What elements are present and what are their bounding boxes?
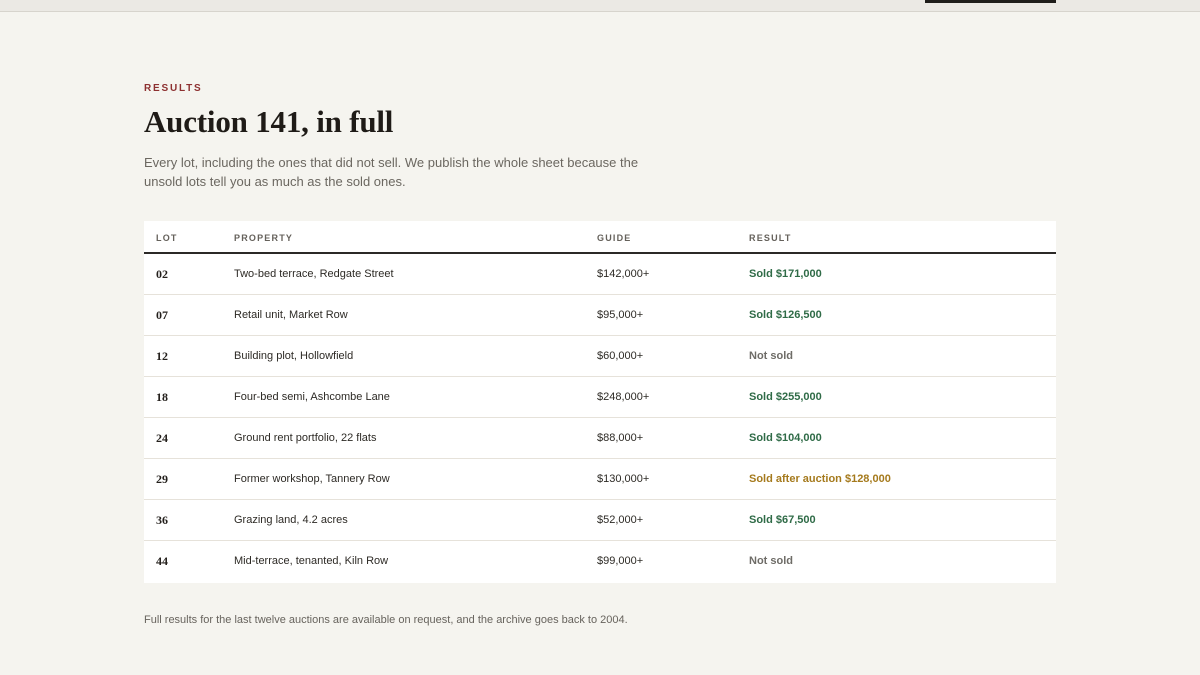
table-row: 29 Former workshop, Tannery Row $130,000…	[144, 459, 1056, 500]
guide-price: $142,000+	[597, 268, 650, 280]
result-status: Sold after auction $128,000	[749, 473, 891, 485]
lot-number: 44	[156, 554, 168, 568]
result-status: Sold $255,000	[749, 391, 822, 403]
property-name: Building plot, Hollowfield	[234, 350, 354, 362]
result-status: Sold $104,000	[749, 432, 822, 444]
guide-price: $88,000+	[597, 432, 644, 444]
table-row: 12 Building plot, Hollowfield $60,000+ N…	[144, 336, 1056, 377]
result-status: Not sold	[749, 555, 793, 567]
result-status: Not sold	[749, 350, 793, 362]
guide-price: $95,000+	[597, 309, 644, 321]
lot-number: 07	[156, 308, 168, 322]
property-name: Former workshop, Tannery Row	[234, 473, 390, 485]
guide-price: $60,000+	[597, 350, 644, 362]
top-navigation-bar	[0, 0, 1200, 12]
table-row: 44 Mid-terrace, tenanted, Kiln Row $99,0…	[144, 541, 1056, 582]
lot-number: 24	[156, 431, 168, 445]
intro-paragraph: Every lot, including the ones that did n…	[144, 155, 639, 189]
column-header-guide: GUIDE	[597, 233, 632, 243]
property-name: Mid-terrace, tenanted, Kiln Row	[234, 555, 389, 567]
section-eyebrow: RESULTS	[144, 83, 203, 94]
column-header-property: PROPERTY	[234, 233, 294, 243]
table-row: 36 Grazing land, 4.2 acres $52,000+ Sold…	[144, 500, 1056, 541]
lot-number: 29	[156, 472, 168, 486]
guide-price: $130,000+	[597, 473, 650, 485]
property-name: Four-bed semi, Ashcombe Lane	[234, 391, 390, 403]
guide-price: $99,000+	[597, 555, 644, 567]
table-row: 24 Ground rent portfolio, 22 flats $88,0…	[144, 418, 1056, 459]
guide-price: $52,000+	[597, 514, 644, 526]
result-status: Sold $171,000	[749, 268, 822, 280]
results-table: LOT PROPERTY GUIDE RESULT 02 Two-bed ter…	[144, 221, 1056, 583]
lot-number: 18	[156, 390, 168, 404]
table-row: 18 Four-bed semi, Ashcombe Lane $248,000…	[144, 377, 1056, 418]
lot-number: 36	[156, 513, 168, 527]
table-row: 07 Retail unit, Market Row $95,000+ Sold…	[144, 295, 1056, 336]
table-row: 02 Two-bed terrace, Redgate Street $142,…	[144, 254, 1056, 295]
result-status: Sold $126,500	[749, 309, 822, 321]
result-status: Sold $67,500	[749, 514, 816, 526]
property-name: Two-bed terrace, Redgate Street	[234, 268, 394, 280]
property-name: Ground rent portfolio, 22 flats	[234, 432, 377, 444]
topbar-accent-strip	[925, 0, 1056, 3]
property-name: Retail unit, Market Row	[234, 309, 348, 321]
lot-number: 12	[156, 349, 168, 363]
guide-price: $248,000+	[597, 391, 650, 403]
lot-number: 02	[156, 267, 168, 281]
column-header-lot: LOT	[156, 233, 178, 243]
page-title: Auction 141, in full	[144, 104, 394, 139]
property-name: Grazing land, 4.2 acres	[234, 514, 348, 526]
table-header-row: LOT PROPERTY GUIDE RESULT	[144, 221, 1056, 254]
footer-note: Full results for the last twelve auction…	[144, 614, 628, 626]
column-header-result: RESULT	[749, 233, 792, 243]
